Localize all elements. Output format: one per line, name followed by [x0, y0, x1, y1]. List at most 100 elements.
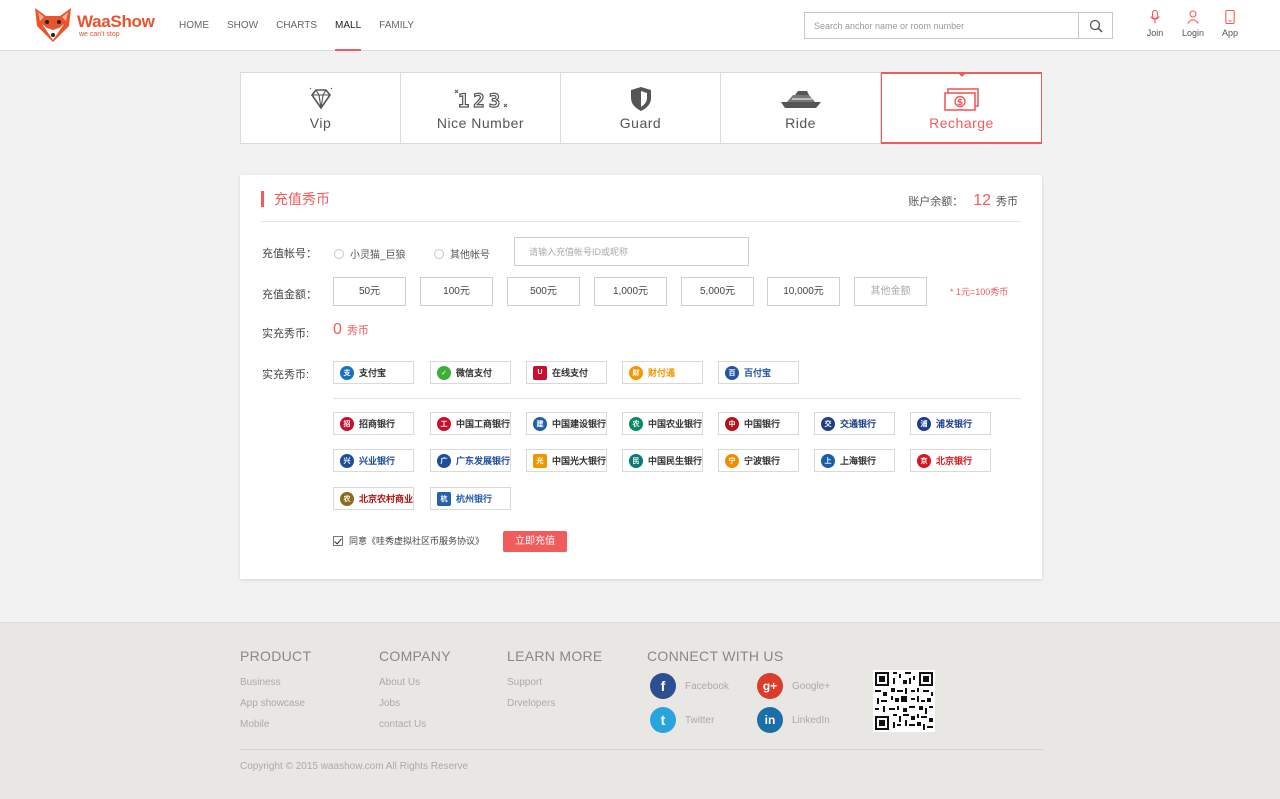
- tab-nice-number[interactable]: 123 Nice Number: [401, 73, 561, 143]
- bank-bocom[interactable]: 交 交通银行: [814, 412, 895, 435]
- nav-home[interactable]: HOME: [170, 0, 218, 51]
- pay-wechat-label: 微信支付: [456, 368, 493, 378]
- bank-bos[interactable]: 上 上海银行: [814, 449, 895, 472]
- amount-option-50[interactable]: 50元: [333, 277, 406, 306]
- tab-guard[interactable]: Guard: [561, 73, 721, 143]
- bank-ceb-label: 中国光大银行: [552, 456, 607, 466]
- amount-option-other[interactable]: 其他金额: [854, 277, 927, 306]
- bank-ceb[interactable]: 光 中国光大银行: [526, 449, 607, 472]
- pay-alipay-label: 支付宝: [359, 368, 387, 378]
- bank-abc[interactable]: 农 中国农业银行: [622, 412, 703, 435]
- bank-cmb[interactable]: 招 招商银行: [333, 412, 414, 435]
- pay-wechat[interactable]: ✓ 微信支付: [430, 361, 511, 384]
- bank-hzb-label: 杭州银行: [456, 494, 493, 504]
- footer-connect-title: CONNECT WITH US: [647, 648, 784, 664]
- account-radio-self-label: 小灵猫_巨狼: [350, 250, 406, 261]
- bank-icbc-label: 中国工商银行: [456, 419, 511, 429]
- mall-category-tabs: Vip 123 Nice Number Guard Ride $ Recharg…: [240, 72, 1042, 144]
- bank-hzb[interactable]: 杭 杭州银行: [430, 487, 511, 510]
- pay-baifubao[interactable]: 百 百付宝: [718, 361, 799, 384]
- bank-bjrcb-label: 北京农村商业银行: [359, 494, 414, 504]
- svg-text:$: $: [956, 98, 962, 108]
- panel-title: 充值秀币: [261, 191, 330, 207]
- account-radio-self[interactable]: 小灵猫_巨狼: [334, 246, 406, 261]
- hzb-icon: 杭: [437, 491, 451, 506]
- search-button[interactable]: [1078, 13, 1112, 38]
- join-label: Join: [1146, 28, 1164, 38]
- balance-label: 账户余额：: [908, 196, 964, 208]
- bank-bjrcb[interactable]: 农 北京农村商业银行: [333, 487, 414, 510]
- pay-unionpay[interactable]: U 在线支付: [526, 361, 607, 384]
- footer-link-business[interactable]: Business: [240, 677, 311, 688]
- join-button[interactable]: Join: [1135, 10, 1175, 38]
- bank-icbc[interactable]: 工 中国工商银行: [430, 412, 511, 435]
- bank-bob[interactable]: 京 北京银行: [910, 449, 991, 472]
- nbcb-icon: 宁: [725, 453, 739, 468]
- amount-option-100[interactable]: 100元: [420, 277, 493, 306]
- footer-link-jobs[interactable]: Jobs: [379, 698, 451, 709]
- footer-link-support[interactable]: Support: [507, 677, 603, 688]
- tab-ride-label: Ride: [785, 115, 816, 131]
- social-linkedin[interactable]: in LinkedIn: [757, 707, 830, 733]
- footer-link-app-showcase[interactable]: App showcase: [240, 698, 311, 709]
- facebook-icon: f: [650, 673, 676, 699]
- social-twitter[interactable]: t Twitter: [650, 707, 714, 733]
- yacht-icon: [780, 91, 821, 108]
- exchange-rate-note: * 1元=100秀币: [950, 287, 1009, 297]
- abc-icon: 农: [629, 416, 643, 431]
- social-google-plus[interactable]: g+ Google+: [757, 673, 830, 699]
- social-facebook[interactable]: f Facebook: [650, 673, 729, 699]
- recharge-now-button[interactable]: 立即充值: [503, 531, 567, 552]
- footer-link-mobile[interactable]: Mobile: [240, 719, 311, 730]
- amount-option-10000[interactable]: 10,000元: [767, 277, 840, 306]
- bank-cgb[interactable]: 广 广东发展银行: [430, 449, 511, 472]
- app-button[interactable]: App: [1210, 10, 1250, 38]
- site-footer: PRODUCT Business App showcase Mobile COM…: [0, 622, 1280, 799]
- pay-alipay[interactable]: 支 支付宝: [333, 361, 414, 384]
- pay-tenpay[interactable]: 财 财付通: [622, 361, 703, 384]
- tab-ride[interactable]: Ride: [721, 73, 881, 143]
- amount-option-500[interactable]: 500元: [507, 277, 580, 306]
- tab-recharge[interactable]: $ Recharge: [881, 72, 1042, 144]
- pay-tenpay-label: 财付通: [648, 368, 676, 378]
- nav-show[interactable]: SHOW: [218, 0, 267, 51]
- bank-bob-label: 北京银行: [936, 456, 973, 466]
- recharge-account-input[interactable]: [514, 237, 749, 266]
- amount-option-1000[interactable]: 1,000元: [594, 277, 667, 306]
- nav-mall[interactable]: MALL: [326, 0, 370, 51]
- recharge-panel: 充值秀币 账户余额： 12 秀币 充值帐号： 小灵猫_巨狼 其他帐号 充值金额：…: [240, 175, 1042, 579]
- bank-spdb[interactable]: 浦 浦发银行: [910, 412, 991, 435]
- bank-spdb-label: 浦发银行: [936, 419, 973, 429]
- tab-vip[interactable]: Vip: [241, 73, 401, 143]
- footer-link-about[interactable]: About Us: [379, 677, 451, 688]
- banknote-icon: $: [943, 88, 979, 111]
- agreement-text[interactable]: 同意《哇秀虚拟社区币服务协议》: [349, 534, 484, 547]
- icbc-icon: 工: [437, 416, 451, 431]
- brand-logo[interactable]: WaaShow we can't stop: [32, 6, 155, 44]
- bank-boc[interactable]: 中 中国银行: [718, 412, 799, 435]
- amount-option-5000[interactable]: 5,000元: [681, 277, 754, 306]
- bank-cmbc[interactable]: 民 中国民生银行: [622, 449, 703, 472]
- login-button[interactable]: Login: [1173, 10, 1213, 38]
- search-input[interactable]: [805, 13, 1079, 38]
- account-radio-other[interactable]: 其他帐号: [434, 246, 490, 261]
- footer-link-contact[interactable]: contact Us: [379, 719, 451, 730]
- account-balance: 账户余额： 12 秀币: [908, 192, 1018, 210]
- user-icon: [1187, 10, 1199, 24]
- bank-cgb-label: 广东发展银行: [456, 456, 511, 466]
- bank-ccb[interactable]: 建 中国建设银行: [526, 412, 607, 435]
- cib-icon: 兴: [340, 453, 354, 468]
- fox-logo-icon: [35, 8, 71, 42]
- bank-bocom-label: 交通银行: [840, 419, 877, 429]
- spdb-icon: 浦: [917, 416, 931, 431]
- footer-company-title: COMPANY: [379, 648, 451, 664]
- nav-family[interactable]: FAMILY: [370, 0, 423, 51]
- actual-coins-value: 0: [333, 321, 342, 338]
- agreement-checkbox[interactable]: [333, 535, 343, 546]
- bank-nbcb[interactable]: 宁 宁波银行: [718, 449, 799, 472]
- nav-charts[interactable]: CHARTS: [267, 0, 326, 51]
- actual-coins: 0 秀币: [333, 321, 369, 339]
- footer-link-developers[interactable]: Drvelopers: [507, 698, 603, 709]
- twitter-icon: t: [650, 707, 676, 733]
- bank-cib[interactable]: 兴 兴业银行: [333, 449, 414, 472]
